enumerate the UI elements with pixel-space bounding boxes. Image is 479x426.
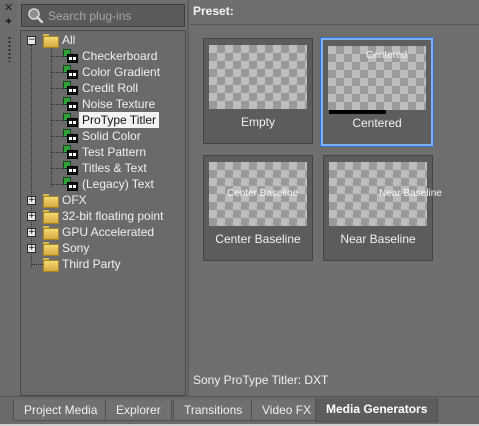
tab-project-media[interactable]: Project Media bbox=[13, 400, 109, 421]
folder-icon bbox=[43, 210, 59, 224]
plugin-icon bbox=[63, 113, 78, 127]
preset-gallery: Empty Centered Centered Center Baseline … bbox=[190, 24, 479, 369]
plugin-tree[interactable]: − All Checkerboard Color Gradient Credit… bbox=[20, 30, 186, 396]
collapse-icon[interactable]: − bbox=[27, 36, 36, 45]
tree-item-plugin[interactable]: (Legacy) Text bbox=[21, 176, 181, 192]
tree-item-group[interactable]: Third Party bbox=[21, 256, 181, 272]
folder-icon bbox=[43, 258, 59, 272]
drag-grip[interactable] bbox=[8, 36, 11, 62]
expand-icon[interactable]: + bbox=[27, 244, 36, 253]
search-box[interactable] bbox=[21, 4, 185, 27]
tree-item-group[interactable]: + Sony bbox=[21, 240, 181, 256]
close-icon[interactable]: ✕ bbox=[4, 3, 13, 14]
plugin-icon bbox=[63, 129, 78, 143]
tree-item-plugin[interactable]: Credit Roll bbox=[21, 80, 181, 96]
tree-item-plugin-selected[interactable]: ProType Titler bbox=[21, 112, 181, 128]
pin-icon[interactable]: ✦ bbox=[4, 17, 13, 28]
plugin-icon bbox=[63, 161, 78, 175]
preset-tile-empty[interactable]: Empty bbox=[203, 38, 313, 144]
plugin-icon bbox=[63, 49, 78, 63]
tree-item-group[interactable]: + 32-bit floating point bbox=[21, 208, 181, 224]
plugin-icon bbox=[63, 145, 78, 159]
expand-icon[interactable]: + bbox=[27, 228, 36, 237]
plugin-status: Sony ProType Titler: DXT bbox=[193, 373, 329, 387]
preset-thumbnail: Center Baseline bbox=[209, 162, 307, 226]
tab-media-generators[interactable]: Media Generators bbox=[315, 398, 439, 422]
plugin-icon bbox=[63, 65, 78, 79]
preset-label: Preset: bbox=[193, 4, 234, 18]
preset-tile-center-baseline[interactable]: Center Baseline Center Baseline bbox=[203, 155, 313, 261]
tree-item-group[interactable]: + OFX bbox=[21, 192, 181, 208]
search-input[interactable] bbox=[46, 7, 180, 24]
tree-item-group[interactable]: + GPU Accelerated bbox=[21, 224, 181, 240]
folder-icon bbox=[43, 226, 59, 240]
tree-item-plugin[interactable]: Test Pattern bbox=[21, 144, 181, 160]
tab-video-fx[interactable]: Video FX bbox=[251, 400, 323, 421]
plugin-icon bbox=[63, 97, 78, 111]
tab-explorer[interactable]: Explorer bbox=[105, 400, 172, 421]
tab-transitions[interactable]: Transitions bbox=[173, 400, 254, 421]
folder-icon bbox=[43, 242, 59, 256]
tree-item-all[interactable]: − All bbox=[21, 32, 181, 48]
tree-item-plugin[interactable]: Solid Color bbox=[21, 128, 181, 144]
window-tabs: Project Media Explorer Transitions Video… bbox=[0, 396, 479, 426]
preset-thumbnail bbox=[209, 45, 307, 109]
expand-icon[interactable]: + bbox=[27, 196, 36, 205]
plugin-icon bbox=[63, 177, 78, 191]
tree-item-plugin[interactable]: Checkerboard bbox=[21, 48, 181, 64]
preset-thumbnail: Near Baseline bbox=[329, 162, 442, 226]
preset-thumbnail: Centered bbox=[328, 46, 426, 114]
pane-splitter[interactable] bbox=[187, 0, 189, 396]
tree-item-plugin[interactable]: Color Gradient bbox=[21, 64, 181, 80]
tree-item-plugin[interactable]: Noise Texture bbox=[21, 96, 181, 112]
folder-icon bbox=[43, 194, 59, 208]
tree-item-plugin[interactable]: Titles & Text bbox=[21, 160, 181, 176]
title-bar-marker bbox=[329, 110, 386, 114]
search-icon bbox=[28, 8, 44, 24]
preset-tile-near-baseline[interactable]: Near Baseline Near Baseline bbox=[323, 155, 442, 261]
plugin-icon bbox=[63, 81, 78, 95]
side-toolbar: ✕ ✦ bbox=[0, 0, 18, 396]
preset-tile-centered[interactable]: Centered Centered bbox=[321, 38, 433, 146]
expand-icon[interactable]: + bbox=[27, 212, 36, 221]
folder-icon bbox=[43, 34, 59, 48]
